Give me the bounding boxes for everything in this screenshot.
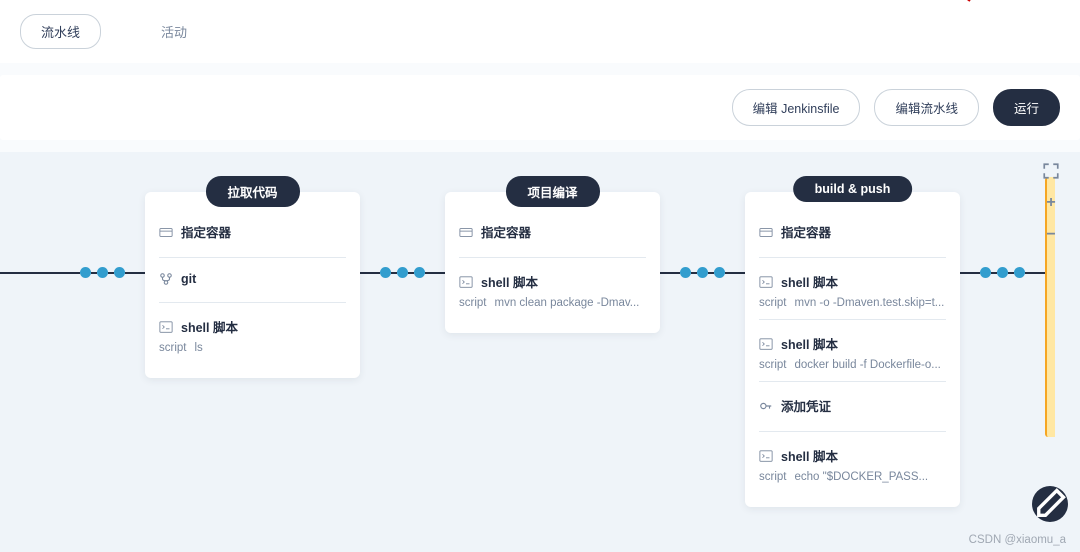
git-icon [159, 272, 173, 286]
fullscreen-icon[interactable] [1042, 162, 1060, 180]
run-button[interactable]: 运行 [993, 89, 1060, 126]
edit-fab[interactable] [1032, 486, 1068, 522]
step-title: 指定容器 [781, 222, 831, 241]
tabs-bar: 流水线 活动 [0, 0, 1080, 63]
container-icon [459, 225, 473, 239]
step[interactable]: shell 脚本 scriptmvn clean package -Dmav..… [459, 272, 646, 319]
edit-jenkinsfile-button[interactable]: 编辑 Jenkinsfile [732, 89, 861, 126]
container-icon [159, 225, 173, 239]
stage-title: build & push [793, 176, 913, 202]
container-icon [759, 225, 773, 239]
pipeline-canvas: + − 拉取代码 指定容器 git shell 脚本 scriptls 项目编译 [0, 152, 1080, 552]
step[interactable]: 添加凭证 [759, 396, 946, 432]
stage-card[interactable]: 拉取代码 指定容器 git shell 脚本 scriptls [145, 192, 360, 378]
step-detail: scriptmvn clean package -Dmav... [459, 297, 646, 309]
pipeline-row: 拉取代码 指定容器 git shell 脚本 scriptls 项目编译 指定容… [0, 192, 1055, 507]
connector [960, 267, 1045, 278]
step-title: shell 脚本 [781, 272, 838, 291]
stage-card[interactable]: build & push 指定容器 shell 脚本 scriptmvn -o … [745, 192, 960, 507]
add-icon[interactable]: + [1042, 194, 1060, 212]
terminal-icon [759, 337, 773, 351]
step-detail: scriptdocker build -f Dockerfile-o... [759, 359, 946, 371]
connector [360, 267, 445, 278]
terminal-icon [459, 275, 473, 289]
toolbar: 编辑 Jenkinsfile 编辑流水线 运行 [0, 75, 1080, 140]
step-title: shell 脚本 [781, 334, 838, 353]
step[interactable]: 指定容器 [159, 222, 346, 258]
edit-pipeline-button[interactable]: 编辑流水线 [874, 89, 979, 126]
remove-icon[interactable]: − [1042, 226, 1060, 244]
annotation-arrow [880, 0, 970, 2]
step-title: 添加凭证 [781, 396, 831, 415]
step-title: git [181, 272, 196, 286]
step[interactable]: shell 脚本 scriptecho "$DOCKER_PASS... [759, 446, 946, 493]
step[interactable]: 指定容器 [759, 222, 946, 258]
stage-title: 项目编译 [505, 176, 599, 207]
step-title: shell 脚本 [481, 272, 538, 291]
step-title: 指定容器 [181, 222, 231, 241]
watermark: CSDN @xiaomu_a [969, 534, 1066, 546]
tab-pipeline[interactable]: 流水线 [20, 14, 101, 49]
step-title: shell 脚本 [781, 446, 838, 465]
terminal-icon [759, 275, 773, 289]
connector [660, 267, 745, 278]
step-detail: scriptls [159, 342, 346, 354]
terminal-icon [759, 449, 773, 463]
step[interactable]: shell 脚本 scriptdocker build -f Dockerfil… [759, 334, 946, 382]
terminal-icon [159, 320, 173, 334]
step[interactable]: git [159, 272, 346, 303]
connector [0, 267, 145, 278]
step-title: 指定容器 [481, 222, 531, 241]
tab-activity[interactable]: 活动 [141, 15, 207, 48]
step-detail: scriptmvn -o -Dmaven.test.skip=t... [759, 297, 946, 309]
stage-card[interactable]: 项目编译 指定容器 shell 脚本 scriptmvn clean packa… [445, 192, 660, 333]
canvas-tools: + − [1042, 162, 1060, 244]
stage-title: 拉取代码 [205, 176, 299, 207]
step-title: shell 脚本 [181, 317, 238, 336]
step-detail: scriptecho "$DOCKER_PASS... [759, 471, 946, 483]
step[interactable]: shell 脚本 scriptls [159, 317, 346, 364]
key-icon [759, 399, 773, 413]
step[interactable]: 指定容器 [459, 222, 646, 258]
step[interactable]: shell 脚本 scriptmvn -o -Dmaven.test.skip=… [759, 272, 946, 320]
